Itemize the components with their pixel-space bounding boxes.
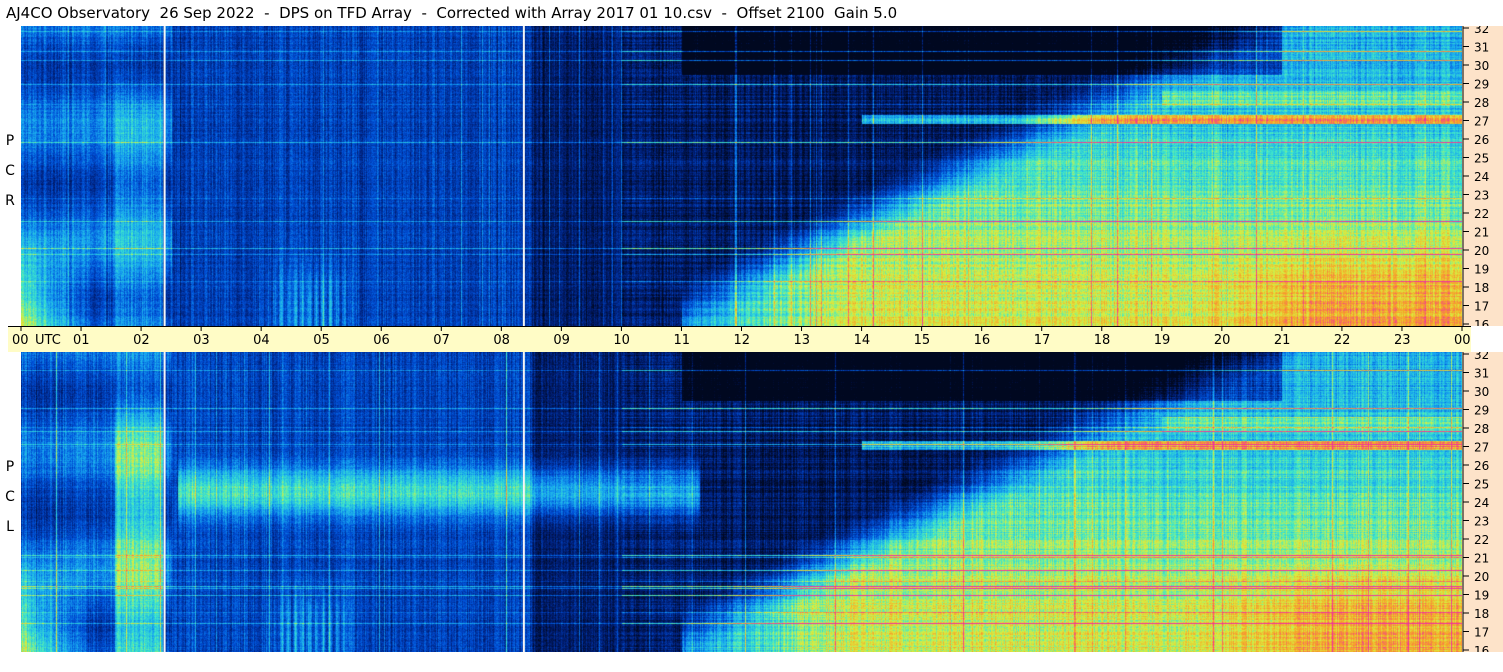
frequency-tick-label: 29 [1474, 78, 1489, 92]
frequency-tick-label: 28 [1474, 96, 1489, 110]
time-tick-label: 15 [914, 333, 931, 348]
chart-title: AJ4CO Observatory 26 Sep 2022 - DPS on T… [6, 4, 898, 22]
frequency-tick-label: 26 [1474, 459, 1489, 473]
frequency-tick-label: 16 [1474, 318, 1489, 326]
rcp-letter-c: C [5, 163, 15, 179]
time-tick-label: 16 [974, 333, 991, 348]
time-tick-label: 19 [1154, 333, 1171, 348]
frequency-tick-label: 30 [1474, 59, 1489, 73]
time-tick-label: 11 [673, 333, 690, 348]
frequency-tick-label: 30 [1474, 385, 1489, 399]
time-tick-label: 02 [133, 333, 150, 348]
frequency-tick-label: 17 [1474, 300, 1489, 314]
lcp-letter-l: L [6, 519, 14, 535]
frequency-tick-label: 21 [1474, 552, 1489, 566]
time-tick-label: 22 [1334, 333, 1351, 348]
frequency-tick-label: 17 [1474, 626, 1489, 640]
frequency-tick-label: 32 [1474, 352, 1489, 362]
frequency-tick-label: 22 [1474, 533, 1489, 547]
time-tick-label: 13 [794, 333, 811, 348]
time-axis: 00 01 02 03 04 05 06 07 08 09 10 11 12 13 14 15 16 17 18 19… [8, 326, 1498, 352]
lcp-letter-c: C [5, 489, 15, 505]
frequency-tick-label: 27 [1474, 115, 1489, 129]
rcp-letter-r: R [5, 193, 15, 209]
time-tick-label: 00 [1454, 333, 1471, 348]
time-tick-label: 18 [1094, 333, 1111, 348]
time-tick-label: 20 [1214, 333, 1231, 348]
marker-overlay [163, 26, 525, 326]
frequency-tick-label: 18 [1474, 281, 1489, 295]
time-tick-label: 01 [73, 333, 90, 348]
time-tick-label: 21 [1274, 333, 1291, 348]
time-tick-label: 03 [193, 333, 210, 348]
time-tick-label: 14 [854, 333, 871, 348]
time-tick-label: 00 [12, 333, 29, 348]
frequency-tick-label: 18 [1474, 607, 1489, 621]
frequency-tick-label: 27 [1474, 441, 1489, 455]
frequency-tick-label: 19 [1474, 263, 1489, 277]
frequency-tick-label: 24 [1474, 496, 1489, 510]
rcp-label: P C R [0, 126, 20, 216]
time-tick-label: 17 [1034, 333, 1051, 348]
lcp-frequency-axis: 16 17 18 19 20 21 22 23 24 25 26 27 28 29 30 31 32 [1462, 348, 1503, 658]
time-tick-label: 08 [493, 333, 510, 348]
frequency-tick-label: 24 [1474, 170, 1489, 184]
marker-overlay [163, 352, 525, 652]
lcp-label: P C L [0, 452, 20, 542]
frequency-tick-label: 29 [1474, 404, 1489, 418]
frequency-tick-label: 23 [1474, 189, 1489, 203]
frequency-tick-label: 25 [1474, 478, 1489, 492]
frequency-tick-label: 16 [1474, 644, 1489, 652]
time-tick-label: 09 [553, 333, 570, 348]
frequency-tick-label: 25 [1474, 152, 1489, 166]
time-tick-label: 05 [313, 333, 330, 348]
time-tick-label: 07 [433, 333, 450, 348]
lcp-letter-p: P [5, 459, 15, 475]
rcp-letter-p: P [5, 133, 15, 149]
lcp-frequency-axis-svg: 16 17 18 19 20 21 22 23 24 25 26 27 28 29 30 31 32 [1462, 348, 1489, 658]
frequency-tick-label: 31 [1474, 367, 1489, 381]
frequency-tick-label: 31 [1474, 41, 1489, 55]
frequency-tick-label: 20 [1474, 244, 1489, 258]
rcp-frequency-axis: 16 17 18 19 20 21 22 23 24 25 26 27 28 29 30 31 32 [1462, 22, 1503, 332]
frequency-tick-label: 22 [1474, 207, 1489, 221]
rcp-spectrogram [21, 26, 1462, 326]
time-tick-label: 06 [373, 333, 390, 348]
frequency-tick-label: 19 [1474, 589, 1489, 603]
frequency-tick-label: 21 [1474, 226, 1489, 240]
time-tick-label: 10 [613, 333, 630, 348]
frequency-tick-label: 26 [1474, 133, 1489, 147]
frequency-tick-label: 23 [1474, 515, 1489, 529]
time-tick-label: 04 [253, 333, 270, 348]
lcp-spectrogram [21, 352, 1462, 652]
frequency-tick-label: 32 [1474, 26, 1489, 36]
frequency-tick-label: 28 [1474, 422, 1489, 436]
mhz-unit-label: MHz [1470, 333, 1471, 348]
rcp-frequency-axis-svg: 16 17 18 19 20 21 22 23 24 25 26 27 28 29 30 31 32 [1462, 22, 1489, 332]
time-tick-label: 12 [734, 333, 751, 348]
time-axis-svg: 00 01 02 03 04 05 06 07 08 09 10 11 12 13 14 15 16 17 18 19… [8, 326, 1498, 348]
time-tick-label: 23 [1394, 333, 1411, 348]
utc-label: UTC [35, 333, 61, 348]
frequency-tick-label: 20 [1474, 570, 1489, 584]
